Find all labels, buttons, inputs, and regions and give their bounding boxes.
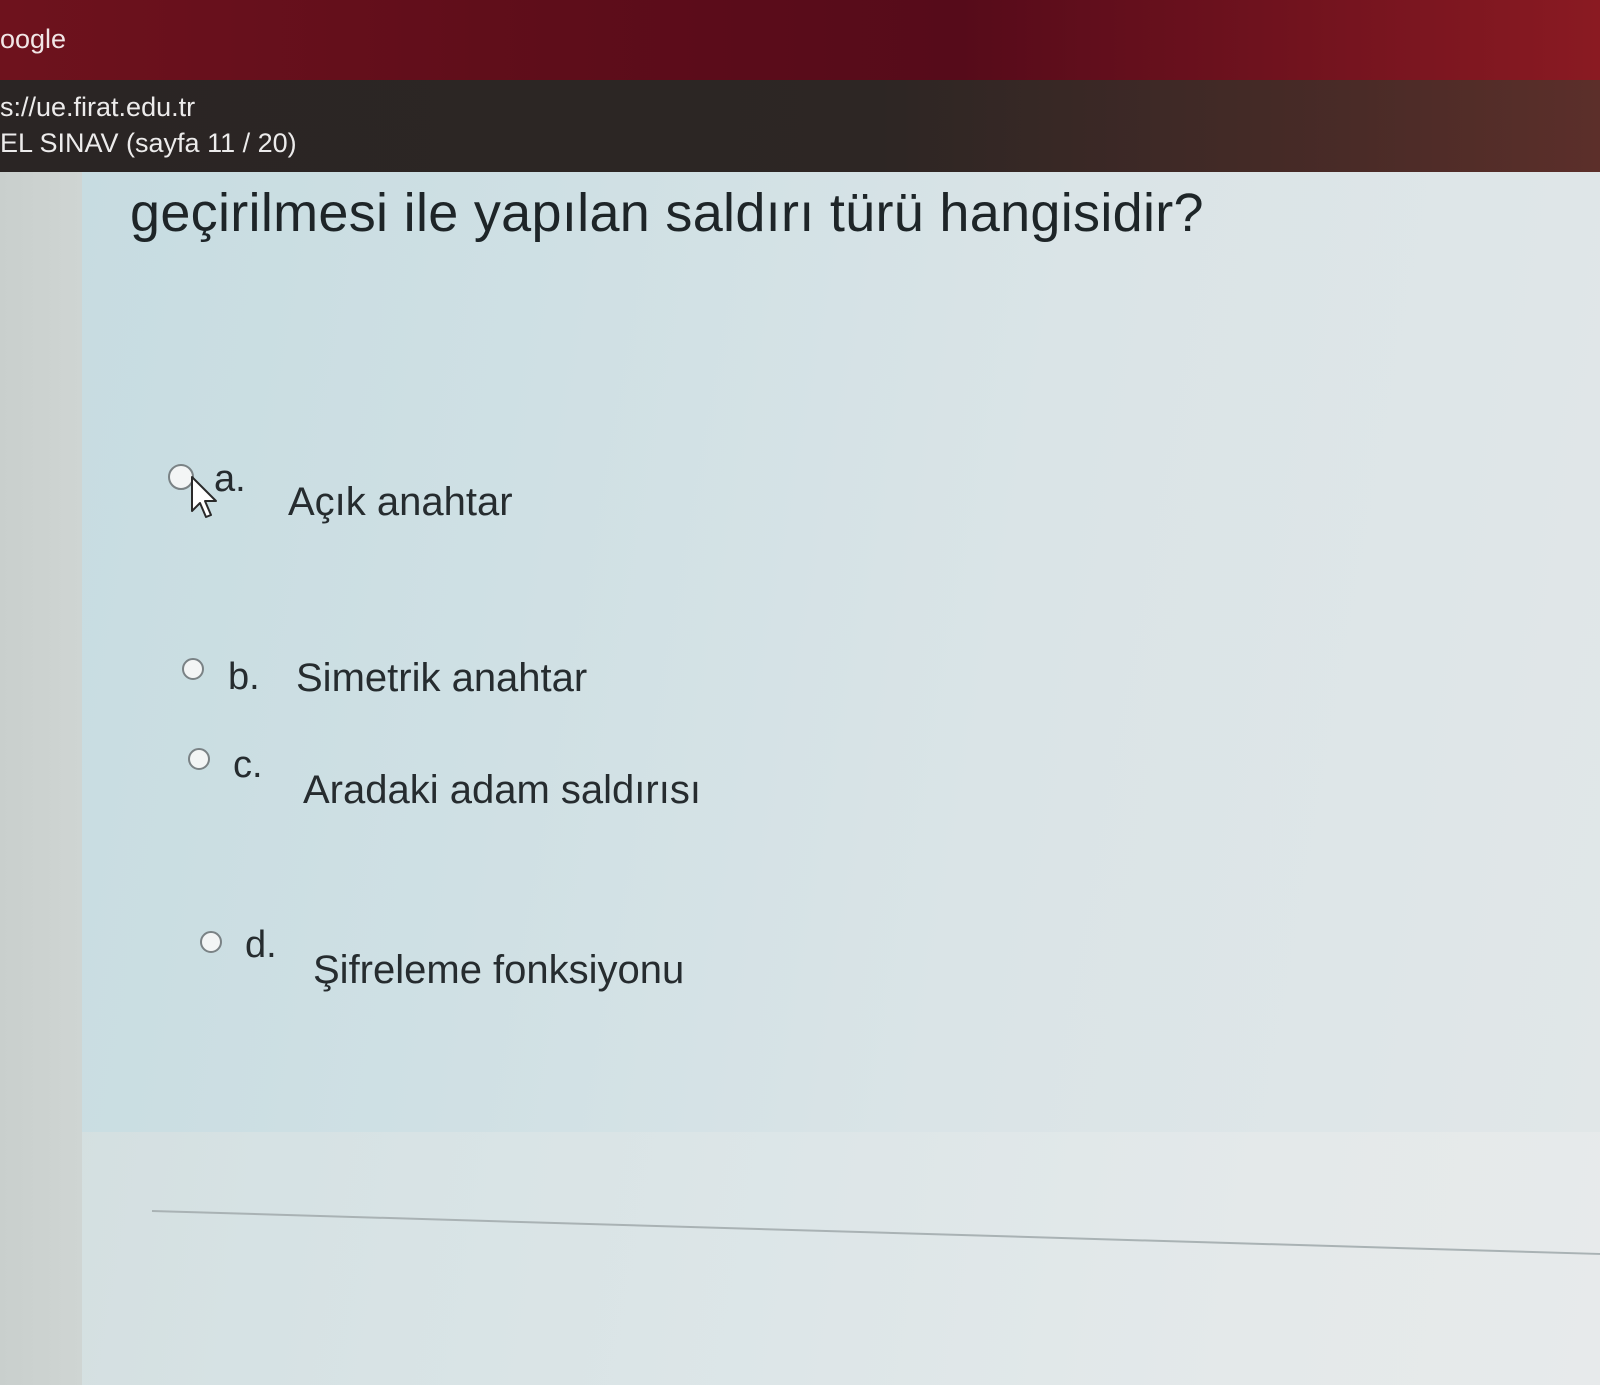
option-letter: d. <box>245 924 277 966</box>
option-label[interactable]: Şifreleme fonksiyonu <box>313 948 684 993</box>
radio-button-icon[interactable] <box>182 658 204 680</box>
option-letter: c. <box>233 744 263 786</box>
radio-button-icon[interactable] <box>200 931 222 953</box>
option-label[interactable]: Simetrik anahtar <box>296 656 587 701</box>
option-label[interactable]: Açık anahtar <box>288 480 513 525</box>
browser-tab-bar: oogle <box>0 0 1600 80</box>
question-card <box>82 172 1600 1132</box>
browser-address-bar: s://ue.firat.edu.tr EL SINAV (sayfa 11 /… <box>0 80 1600 172</box>
option-label[interactable]: Aradaki adam saldırısı <box>303 768 701 813</box>
question-text: geçirilmesi ile yapılan saldırı türü han… <box>130 183 1204 243</box>
section-divider <box>151 1210 1600 1256</box>
page-content: geçirilmesi ile yapılan saldırı türü han… <box>0 172 1600 1385</box>
radio-button-icon[interactable] <box>188 748 210 770</box>
left-gutter <box>0 172 82 1385</box>
browser-app-title: oogle <box>0 24 67 54</box>
option-letter: b. <box>228 656 260 698</box>
page-title: EL SINAV (sayfa 11 / 20) <box>0 128 297 158</box>
mouse-pointer-icon <box>191 476 217 518</box>
url-text[interactable]: s://ue.firat.edu.tr <box>0 92 195 123</box>
